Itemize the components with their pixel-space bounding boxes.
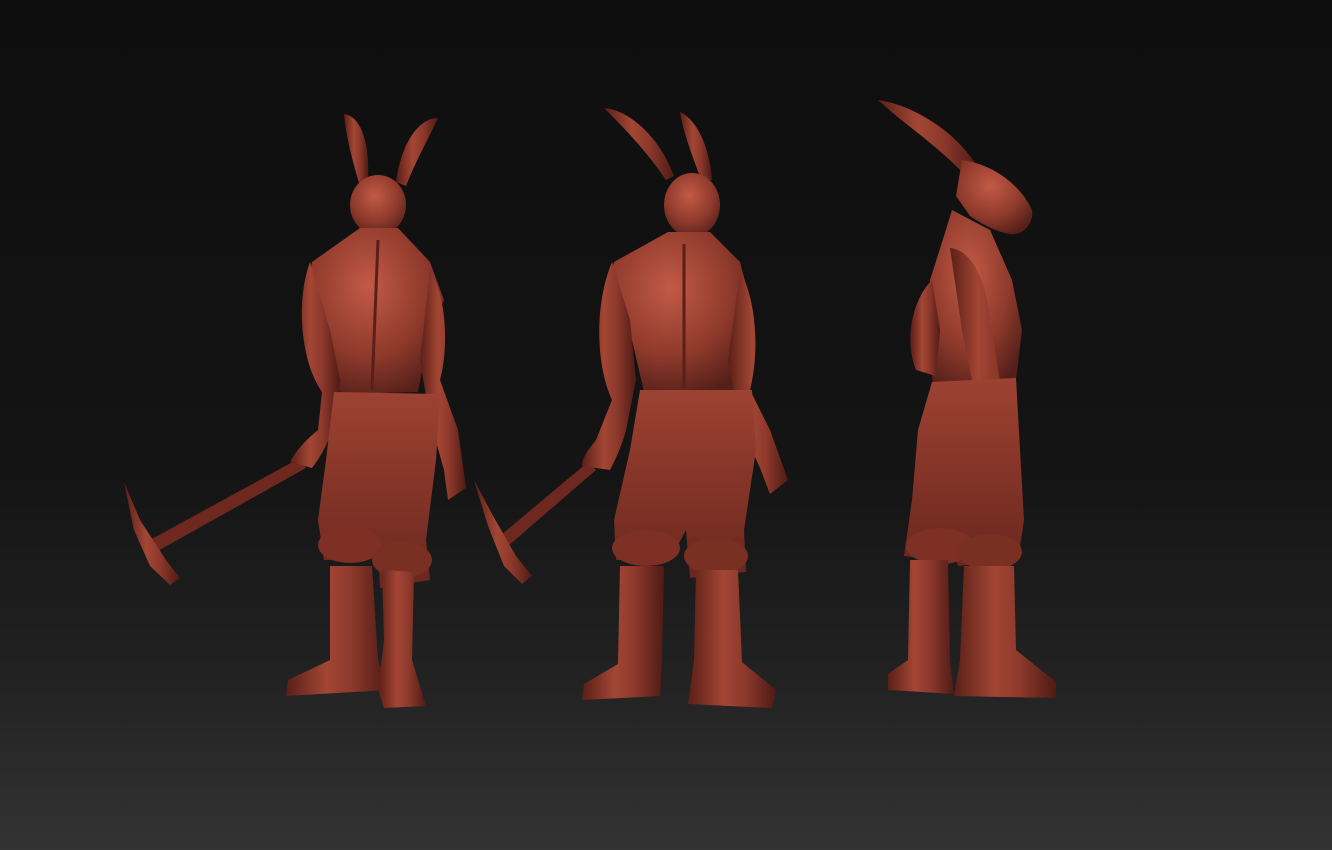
sculpt-canvas (0, 0, 1332, 850)
head (350, 175, 406, 235)
sculpt-viewport[interactable] (0, 0, 1332, 850)
head (664, 173, 720, 237)
